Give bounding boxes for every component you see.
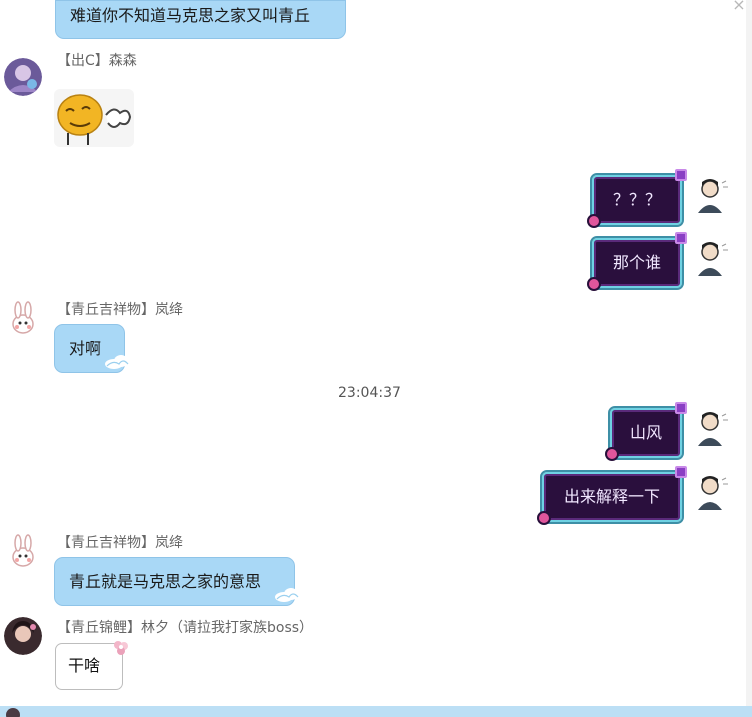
close-icon[interactable]: × [732,0,746,14]
my-message-bubble: 出来解释一下 [540,470,684,524]
sparkle-icon [675,402,687,414]
message-text: 那个谁 [612,253,661,272]
flower-decoration [114,641,128,655]
sparkle-icon [675,169,687,181]
my-message-bubble: 山风 [608,406,684,460]
sparkle-icon [675,466,687,478]
my-avatar[interactable] [690,472,730,512]
partial-message-row [0,706,752,717]
my-avatar[interactable] [690,238,730,278]
message-bubble: 难道你不知道马克思之家又叫青丘 [55,0,346,39]
cloud-decoration [105,355,129,369]
scrollbar[interactable] [746,0,752,717]
message-text: 山风 [629,423,662,442]
sender-name: 【出C】森森 [57,53,137,69]
message-timestamp: 23:04:37 [338,385,401,401]
sender-name: 【青丘吉祥物】岚绛 [57,535,183,551]
my-avatar[interactable] [690,408,730,448]
message-text: 干啥 [68,656,101,675]
heart-icon [605,447,619,461]
heart-icon [587,277,601,291]
sticker-image [54,89,134,147]
avatar [6,708,20,717]
message-bubble: 青丘就是马克思之家的意思 [54,557,295,606]
sparkle-icon [675,232,687,244]
avatar[interactable] [4,617,42,655]
cloud-decoration [275,588,299,602]
heart-icon [537,511,551,525]
avatar[interactable] [4,533,42,571]
my-message-bubble: ？？？ [590,173,684,227]
sender-name: 【青丘锦鲤】林夕（请拉我打家族boss） [57,620,314,636]
message-text: ？？？ [612,190,661,209]
message-text: 难道你不知道马克思之家又叫青丘 [70,6,311,25]
avatar[interactable] [4,300,42,338]
message-text: 青丘就是马克思之家的意思 [69,572,262,591]
my-message-bubble: 那个谁 [590,236,684,290]
my-avatar[interactable] [690,175,730,215]
message-text: 出来解释一下 [563,487,660,506]
heart-icon [587,214,601,228]
avatar[interactable] [4,58,42,96]
sender-name: 【青丘吉祥物】岚绛 [57,302,183,318]
message-text: 对啊 [69,339,102,358]
